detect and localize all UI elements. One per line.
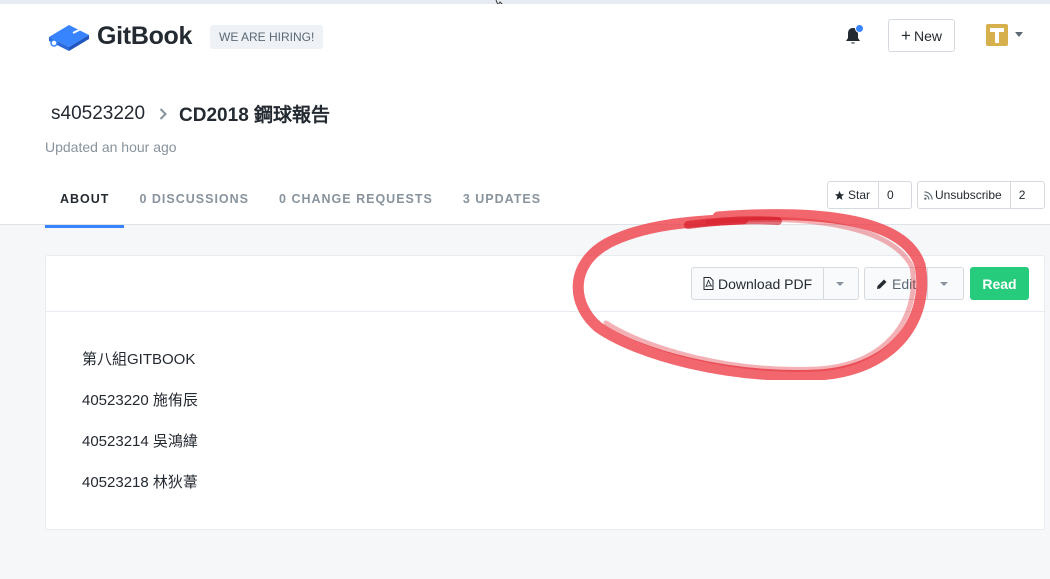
repo-tabs: ABOUT 0 DISCUSSIONS 0 CHANGE REQUESTS 3 …	[45, 174, 556, 228]
pdf-file-icon	[703, 277, 714, 290]
pencil-icon	[877, 279, 887, 289]
card-toolbar: Download PDF Edit Read	[46, 256, 1044, 312]
breadcrumb: s40523220 CD2018 鋼球報告	[51, 100, 330, 127]
avatar[interactable]	[986, 24, 1008, 46]
breadcrumb-user[interactable]: s40523220	[51, 103, 145, 125]
hiring-badge[interactable]: WE ARE HIRING!	[210, 25, 324, 49]
brand-name: GitBook	[97, 21, 193, 50]
gitbook-logo[interactable]: GitBook	[45, 19, 192, 53]
description-line: 40523214 吳鴻緯	[82, 433, 198, 450]
edit-button[interactable]: Edit	[865, 268, 927, 299]
new-button-label: New	[913, 27, 942, 44]
star-control: Star 0	[827, 181, 912, 209]
description: 第八組GITBOOK 40523220 施侑辰 40523214 吳鴻緯 405…	[82, 348, 198, 512]
edit-options-dropdown[interactable]	[927, 268, 960, 299]
subscribe-control: Unsubscribe 2	[917, 181, 1045, 209]
notification-dot	[855, 24, 864, 33]
tab-about[interactable]: ABOUT	[45, 174, 125, 228]
new-button[interactable]: + New	[888, 19, 955, 52]
book-icon	[49, 25, 89, 51]
star-icon	[834, 190, 845, 200]
chevron-down-icon[interactable]	[1015, 32, 1023, 37]
tab-updates[interactable]: 3 UPDATES	[448, 174, 556, 228]
star-label: Star	[848, 188, 871, 202]
chevron-right-icon	[159, 107, 167, 120]
download-pdf-label: Download PDF	[718, 275, 813, 292]
unsubscribe-button[interactable]: Unsubscribe	[918, 182, 1010, 208]
plus-icon: +	[901, 26, 911, 45]
description-line: 40523220 施侑辰	[82, 392, 198, 409]
caret-down-icon	[836, 281, 845, 286]
edit-group: Edit	[864, 267, 964, 300]
description-line: 第八組GITBOOK	[82, 351, 196, 368]
star-button[interactable]: Star	[828, 182, 878, 208]
updated-timestamp: Updated an hour ago	[45, 139, 177, 155]
pdf-options-dropdown[interactable]	[823, 268, 856, 299]
download-pdf-button[interactable]: Download PDF	[692, 268, 823, 299]
rss-icon	[924, 190, 933, 200]
edit-label: Edit	[892, 275, 917, 292]
subscriber-count: 2	[1009, 182, 1034, 208]
download-pdf-group: Download PDF	[691, 267, 859, 300]
description-line: 40523218 林狄葦	[82, 474, 198, 491]
avatar-glyph-icon	[990, 28, 1004, 43]
tab-change-requests[interactable]: 0 CHANGE REQUESTS	[264, 174, 448, 228]
read-button[interactable]: Read	[970, 267, 1029, 300]
repo-header: GitBook WE ARE HIRING! + New s40523220 C…	[0, 4, 1050, 228]
caret-down-icon	[940, 281, 949, 286]
unsubscribe-label: Unsubscribe	[935, 188, 1002, 202]
page-title: CD2018 鋼球報告	[179, 105, 331, 126]
tab-discussions[interactable]: 0 DISCUSSIONS	[124, 174, 264, 228]
about-card: Download PDF Edit Read 第八組GITBOOK 405232…	[45, 255, 1045, 530]
star-count: 0	[878, 182, 902, 208]
